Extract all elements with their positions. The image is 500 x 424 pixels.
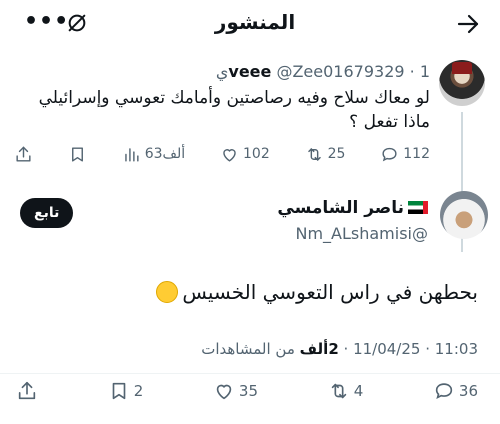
repost-count: 25 <box>327 146 346 162</box>
more-options-button[interactable]: ••• <box>24 9 69 34</box>
like-count: 102 <box>243 146 270 162</box>
display-name[interactable]: veee <box>228 62 271 81</box>
bookmark-button[interactable] <box>68 145 87 164</box>
speech-bubble-icon <box>435 383 453 399</box>
divider <box>0 373 500 374</box>
bar-chart-icon <box>124 147 139 162</box>
uae-flag-icon <box>408 201 428 214</box>
top-bar: ••• المنشور <box>0 0 500 48</box>
display-name-text: ناصر الشامسي <box>277 198 404 218</box>
post-text-content: بحطهن في راس التعوسي الخسيس <box>182 280 478 304</box>
quoted-post[interactable]: veee @Zee01679329 · 1ي لو معاك سلاح وفيه… <box>0 60 500 252</box>
page-title: المنشور <box>214 10 296 34</box>
arrow-right-icon[interactable] <box>456 12 480 36</box>
repost-button[interactable]: 4 <box>328 380 364 402</box>
mute-icon[interactable] <box>66 12 88 34</box>
speech-bubble-icon <box>382 147 397 161</box>
post-header: veee @Zee01679329 · 1ي <box>216 62 430 81</box>
timestamp[interactable]: 11:03 · 11/04/25 · <box>344 340 478 358</box>
heart-icon <box>216 384 232 400</box>
views-count: 2ألف <box>299 340 339 358</box>
views-count: 63ألف <box>144 146 186 162</box>
repost-button[interactable]: 25 <box>305 145 346 164</box>
bookmark-icon <box>71 146 83 162</box>
like-button[interactable]: 35 <box>213 380 258 402</box>
like-button[interactable]: 102 <box>220 145 270 164</box>
post-actions: 112 25 102 63ألف <box>14 142 430 166</box>
share-icon <box>18 381 36 400</box>
bookmark-button[interactable]: 2 <box>108 380 144 402</box>
avatar-hat-decoration <box>452 62 472 74</box>
post-text: بحطهن في راس التعوسي الخسيس <box>156 278 478 306</box>
avatar[interactable] <box>440 191 488 239</box>
bookmark-icon <box>112 382 126 400</box>
heart-icon <box>223 148 236 162</box>
views-button[interactable]: 63ألف <box>122 145 185 164</box>
repost-icon <box>331 383 346 399</box>
post-meta: 11:03 · 11/04/25 · 2ألف من المشاهدات <box>201 340 478 358</box>
main-post: ناصر الشامسي @Nm_ALshamisi تابع بحطهن في… <box>0 188 500 424</box>
display-name[interactable]: ناصر الشامسي <box>277 198 428 218</box>
share-button[interactable] <box>14 145 33 164</box>
reply-button[interactable]: 36 <box>433 380 478 402</box>
like-count: 35 <box>238 382 259 400</box>
user-handle[interactable]: @Nm_ALshamisi <box>295 224 428 243</box>
follow-button[interactable]: تابع <box>20 198 74 228</box>
post-actions: 36 4 35 2 <box>16 378 478 404</box>
share-icon <box>16 146 31 162</box>
repost-icon <box>307 147 321 161</box>
bookmark-count: 2 <box>133 382 144 400</box>
reply-button[interactable]: 112 <box>380 145 430 164</box>
reply-count: 112 <box>403 146 430 162</box>
post-text: لو معاك سلاح وفيه رصاصتين وأمامك تعوسي و… <box>38 88 430 132</box>
share-button[interactable] <box>16 380 38 402</box>
reply-count: 36 <box>458 382 478 400</box>
grinning-face-icon <box>156 281 179 303</box>
repost-count: 4 <box>353 382 364 400</box>
views-label: من المشاهدات <box>201 340 295 358</box>
